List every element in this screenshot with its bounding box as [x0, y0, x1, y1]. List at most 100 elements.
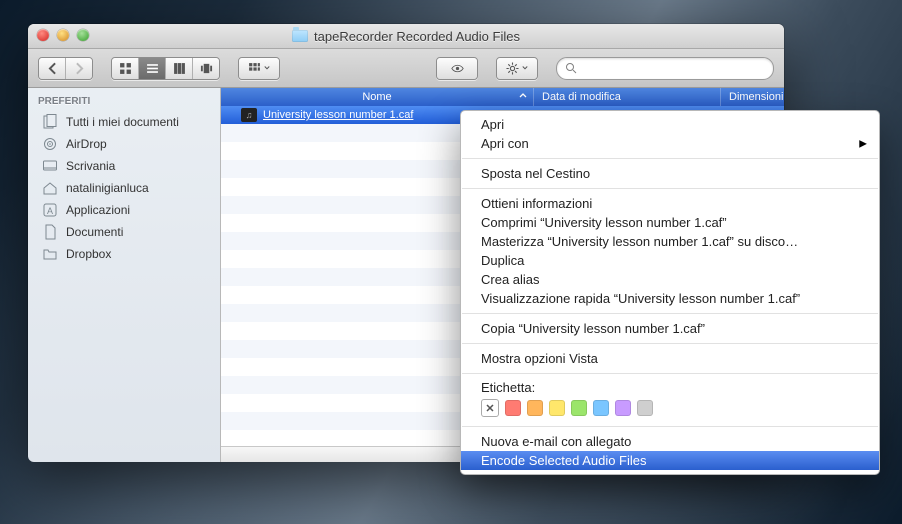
grid-icon	[119, 62, 132, 75]
context-menu: Apri Apri con ▶ Sposta nel Cestino Ottie…	[460, 110, 880, 475]
titlebar[interactable]: tapeRecorder Recorded Audio Files	[28, 24, 784, 49]
audio-file-icon	[241, 108, 257, 122]
nav-group	[38, 57, 93, 80]
ctx-separator	[462, 426, 878, 427]
ctx-compress[interactable]: Comprimi “University lesson number 1.caf…	[461, 213, 879, 232]
home-icon	[42, 180, 58, 196]
label-color-swatch[interactable]	[571, 400, 587, 416]
sidebar-item-label: Documenti	[66, 225, 123, 239]
sidebar-item-label: Scrivania	[66, 159, 115, 173]
eye-icon	[451, 62, 464, 75]
window-controls	[37, 29, 89, 41]
documents-icon	[42, 224, 58, 240]
label-color-swatch[interactable]	[527, 400, 543, 416]
gear-icon	[506, 62, 519, 75]
label-color-swatch[interactable]	[505, 400, 521, 416]
sidebar-item-label: AirDrop	[66, 137, 107, 151]
search-field[interactable]	[556, 57, 774, 80]
all-docs-icon	[42, 114, 58, 130]
ctx-trash[interactable]: Sposta nel Cestino	[461, 164, 879, 183]
sidebar-item-desktop[interactable]: Scrivania	[28, 155, 220, 177]
view-list-button[interactable]	[139, 58, 166, 79]
sidebar-item-applications[interactable]: A Applicazioni	[28, 199, 220, 221]
sidebar-item-label: Dropbox	[66, 247, 111, 261]
sidebar-item-home[interactable]: natalinigianluca	[28, 177, 220, 199]
airdrop-icon	[42, 136, 58, 152]
ctx-alias[interactable]: Crea alias	[461, 270, 879, 289]
label-clear-button[interactable]: ✕	[481, 399, 499, 417]
window-title-wrap: tapeRecorder Recorded Audio Files	[292, 29, 520, 44]
view-mode-group	[111, 57, 220, 80]
ctx-separator	[462, 188, 878, 189]
arrange-button[interactable]	[239, 58, 279, 79]
label-color-swatch[interactable]	[615, 400, 631, 416]
column-header-name[interactable]: Nome	[221, 88, 534, 106]
window-title: tapeRecorder Recorded Audio Files	[314, 29, 520, 44]
ctx-view-options[interactable]: Mostra opzioni Vista	[461, 349, 879, 368]
column-header-date[interactable]: Data di modifica	[534, 88, 721, 106]
sidebar: PREFERITI Tutti i miei documenti AirDrop…	[28, 88, 221, 462]
column-header-size[interactable]: Dimensioni	[721, 88, 784, 106]
ctx-encode-audio[interactable]: Encode Selected Audio Files	[461, 451, 879, 470]
forward-button[interactable]	[66, 58, 92, 79]
chevron-down-icon	[264, 65, 270, 71]
quicklook-group	[436, 57, 478, 80]
close-window-button[interactable]	[37, 29, 49, 41]
folder-icon	[42, 246, 58, 262]
desktop-icon	[42, 158, 58, 174]
ctx-copy[interactable]: Copia “University lesson number 1.caf”	[461, 319, 879, 338]
sidebar-item-all-docs[interactable]: Tutti i miei documenti	[28, 111, 220, 133]
chevron-right-icon	[73, 62, 86, 75]
sidebar-item-label: Applicazioni	[66, 203, 130, 217]
list-icon	[146, 62, 159, 75]
ctx-open-with[interactable]: Apri con ▶	[461, 134, 879, 153]
ctx-burn[interactable]: Masterizza “University lesson number 1.c…	[461, 232, 879, 251]
ctx-separator	[462, 343, 878, 344]
columns-icon	[173, 62, 186, 75]
ctx-label-header: Etichetta:	[461, 379, 879, 396]
zoom-window-button[interactable]	[77, 29, 89, 41]
ctx-separator	[462, 373, 878, 374]
arrange-group	[238, 57, 280, 80]
chevron-down-icon	[522, 65, 528, 71]
chevron-left-icon	[46, 62, 59, 75]
view-coverflow-button[interactable]	[193, 58, 219, 79]
sidebar-item-airdrop[interactable]: AirDrop	[28, 133, 220, 155]
label-color-swatch[interactable]	[637, 400, 653, 416]
ctx-duplicate[interactable]: Duplica	[461, 251, 879, 270]
ctx-get-info[interactable]: Ottieni informazioni	[461, 194, 879, 213]
ctx-separator	[462, 158, 878, 159]
label-color-swatch[interactable]	[549, 400, 565, 416]
sort-ascending-icon	[519, 91, 527, 103]
sidebar-item-label: Tutti i miei documenti	[66, 115, 179, 129]
grid-small-icon	[248, 62, 261, 75]
action-button[interactable]	[497, 58, 537, 79]
search-input[interactable]	[581, 60, 765, 76]
action-group	[496, 57, 538, 80]
file-name: University lesson number 1.caf	[263, 109, 413, 121]
search-wrap	[556, 57, 774, 80]
search-icon	[565, 62, 577, 74]
sidebar-item-documents[interactable]: Documenti	[28, 221, 220, 243]
applications-icon: A	[42, 202, 58, 218]
view-columns-button[interactable]	[166, 58, 193, 79]
sidebar-header: PREFERITI	[28, 88, 220, 111]
sidebar-item-dropbox[interactable]: Dropbox	[28, 243, 220, 265]
ctx-separator	[462, 313, 878, 314]
ctx-quicklook[interactable]: Visualizzazione rapida “University lesso…	[461, 289, 879, 308]
back-button[interactable]	[39, 58, 66, 79]
minimize-window-button[interactable]	[57, 29, 69, 41]
chevron-right-icon: ▶	[859, 138, 867, 149]
ctx-email-attachment[interactable]: Nuova e-mail con allegato	[461, 432, 879, 451]
ctx-label-colors: ✕	[461, 396, 879, 421]
label-color-swatch[interactable]	[593, 400, 609, 416]
toolbar	[28, 49, 784, 88]
quicklook-button[interactable]	[437, 58, 477, 79]
view-icons-button[interactable]	[112, 58, 139, 79]
ctx-open[interactable]: Apri	[461, 115, 879, 134]
svg-text:A: A	[47, 206, 53, 216]
sidebar-item-label: natalinigianluca	[66, 181, 149, 195]
column-headers: Nome Data di modifica Dimensioni	[221, 88, 784, 106]
folder-icon	[292, 30, 308, 42]
coverflow-icon	[200, 62, 213, 75]
